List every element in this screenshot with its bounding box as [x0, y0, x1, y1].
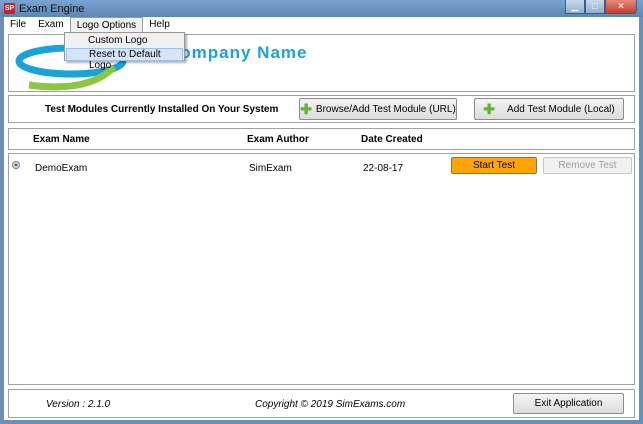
logo-options-dropdown: Custom Logo Reset to Default Logo: [64, 32, 185, 71]
menu-file[interactable]: File: [4, 17, 32, 33]
exam-list: DemoExam SimExam 22-08-17 Start Test Rem…: [8, 153, 635, 385]
exam-author: SimExam: [249, 163, 292, 174]
minimize-button[interactable]: ▁: [565, 0, 585, 14]
version-text: Version : 2.1.0: [46, 399, 111, 410]
client-area: File Exam Logo Options Help Custom Logo …: [4, 17, 639, 420]
menu-item-reset-logo[interactable]: Reset to Default Logo: [66, 48, 183, 71]
modules-label: Test Modules Currently Installed On Your…: [45, 104, 279, 115]
close-button[interactable]: ✕: [605, 0, 637, 14]
table-header: Exam Name Exam Author Date Created: [8, 128, 635, 150]
window-title: Exam Engine: [19, 3, 85, 15]
col-exam-author: Exam Author: [247, 134, 309, 145]
exit-application-button[interactable]: Exit Application: [513, 393, 624, 414]
sp-logo-icon: SP: [4, 3, 15, 14]
plus-icon: ✚: [300, 101, 312, 117]
menu-help[interactable]: Help: [143, 17, 176, 33]
modules-bar: Test Modules Currently Installed On Your…: [8, 95, 635, 123]
copyright-text: Copyright © 2019 SimExams.com: [255, 399, 406, 410]
start-test-button[interactable]: Start Test: [451, 157, 537, 174]
exam-name: DemoExam: [35, 163, 88, 174]
maximize-button[interactable]: □: [585, 0, 605, 14]
col-date-created: Date Created: [361, 134, 423, 145]
menu-exam[interactable]: Exam: [32, 17, 70, 33]
plus-icon: ✚: [483, 101, 496, 117]
menu-logo-options[interactable]: Logo Options: [69, 17, 144, 33]
exam-date: 22-08-17: [363, 163, 404, 174]
add-local-module-button[interactable]: ✚ Add Test Module (Local): [474, 98, 624, 120]
browse-add-module-button[interactable]: ✚ Browse/Add Test Module (URL): [299, 98, 457, 120]
col-exam-name: Exam Name: [33, 134, 90, 145]
menu-item-custom-logo[interactable]: Custom Logo: [66, 34, 183, 47]
add-local-label: Add Test Module (Local): [507, 103, 615, 115]
remove-test-button[interactable]: Remove Test: [543, 157, 632, 174]
title-bar: SP Exam Engine ▁ □ ✕: [0, 0, 643, 17]
browse-label: Browse/Add Test Module (URL): [315, 103, 456, 115]
menu-bar: File Exam Logo Options Help: [4, 17, 639, 33]
exam-radio[interactable]: [12, 161, 20, 169]
company-name: Company Name: [167, 43, 308, 62]
footer: Version : 2.1.0 Copyright © 2019 SimExam…: [8, 389, 635, 418]
